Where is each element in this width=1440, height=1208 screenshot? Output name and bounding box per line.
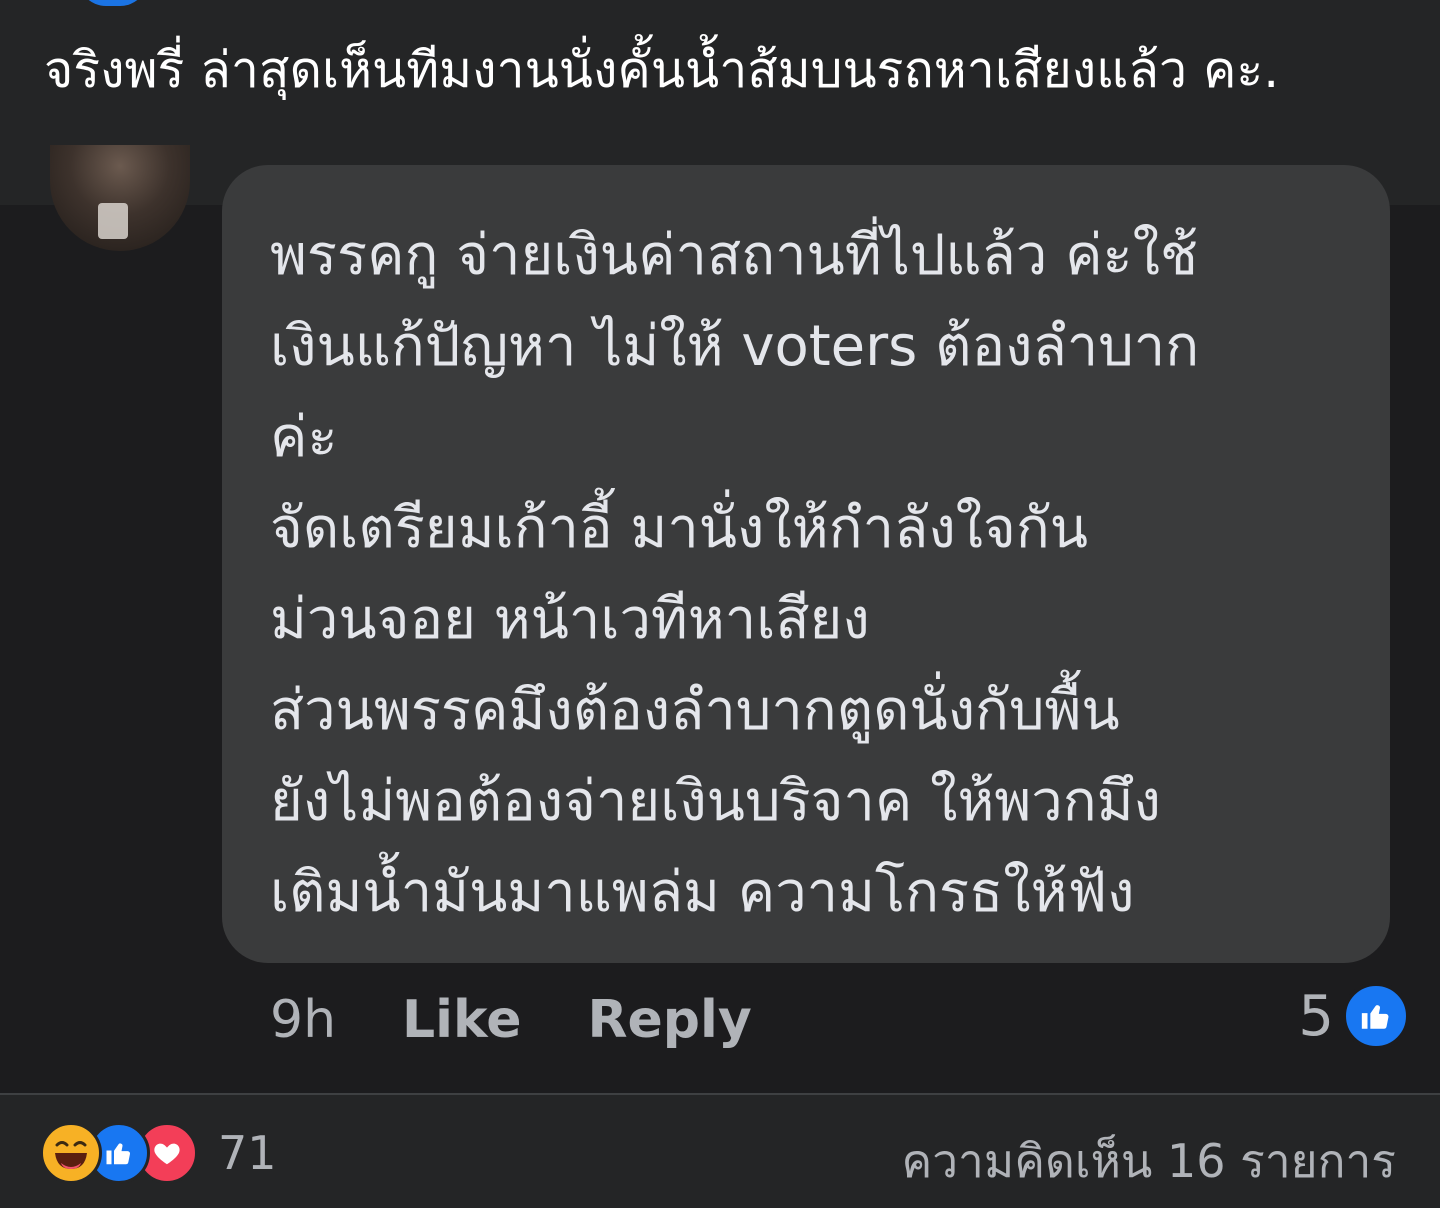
- comment-timestamp[interactable]: 9h: [270, 990, 336, 1050]
- reaction-summary[interactable]: 71: [40, 1122, 277, 1184]
- comment-line: ม่วนจอย หน้าเวทีหาเสียง: [270, 587, 870, 652]
- comment-reaction-count: 5: [1298, 983, 1334, 1049]
- haha-icon: [40, 1122, 102, 1184]
- comment-like-button[interactable]: Like: [402, 990, 521, 1050]
- comment-text: พรรคกู จ่ายเงินค่าสถานที่ไปแล้ว ค่ะใช้ เ…: [270, 210, 1370, 938]
- like-icon: [1342, 982, 1410, 1050]
- comment-line: ค่ะ: [270, 405, 338, 470]
- commenter-avatar: [50, 145, 190, 251]
- comment-line: ยังไม่พอต้องจ่ายเงินบริจาค ให้พวกมึง: [270, 769, 1161, 834]
- comment-line: จัดเตรียมเก้าอี้ มานั่งให้กำลังใจกัน: [270, 496, 1089, 561]
- reaction-count: 71: [218, 1126, 277, 1180]
- poster-avatar[interactable]: [78, 0, 148, 6]
- comment-actions: 9h Like Reply: [270, 985, 752, 1055]
- post-footer: 71 ความคิดเห็น 16 รายการ: [0, 1095, 1440, 1208]
- comment-line: เงินแก้ปัญหา ไม่ให้ voters ต้องลำบาก: [270, 314, 1200, 379]
- comment-line: เติมน้ำมันมาแพล่ม ความโกรธให้ฟัง: [270, 860, 1135, 925]
- comment-count-link[interactable]: ความคิดเห็น 16 รายการ: [901, 1125, 1396, 1198]
- comment-line: ส่วนพรรคมึงต้องลำบากตูดนั่งกับพื้น: [270, 678, 1120, 743]
- avatar-figure: [98, 203, 128, 239]
- comment-reply-button[interactable]: Reply: [587, 990, 751, 1050]
- comment-reaction-summary[interactable]: 5: [1298, 982, 1410, 1050]
- comment-line: พรรคกู จ่ายเงินค่าสถานที่ไปแล้ว ค่ะใช้: [270, 223, 1198, 288]
- post-caption: จริงพรี่ ล่าสุดเห็นทีมงานนั่งคั้นน้ำส้มบ…: [44, 41, 1280, 99]
